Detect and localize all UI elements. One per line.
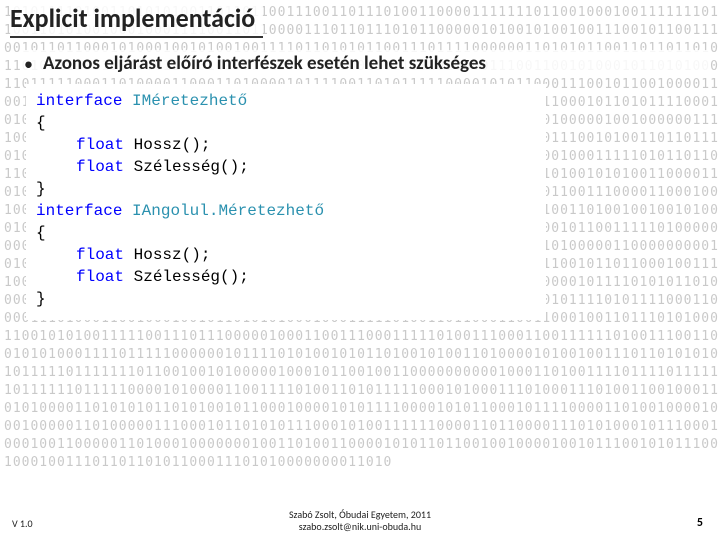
code-line: float Szélesség(); <box>36 266 536 288</box>
code-line: } <box>36 178 536 200</box>
version-label: V 1.0 <box>10 517 35 530</box>
code-line: float Hossz(); <box>36 244 536 266</box>
code-line: { <box>36 112 536 134</box>
bullet-item: • Azonos eljárást előíró interfészek ese… <box>20 50 710 78</box>
bullet-dot-icon: • <box>24 52 33 76</box>
code-line: { <box>36 222 536 244</box>
slide-footer: V 1.0 Szabó Zsolt, Óbudai Egyetem, 2011 … <box>0 506 720 536</box>
footer-credits: Szabó Zsolt, Óbudai Egyetem, 2011 szabo.… <box>285 508 435 534</box>
bullet-text: Azonos eljárást előíró interfészek eseté… <box>43 52 486 75</box>
code-block: interface IMéretezhető { float Hossz(); … <box>26 84 546 320</box>
code-line: interface IMéretezhető <box>36 90 536 112</box>
page-number: 5 <box>694 516 706 530</box>
slide-content: Explicit implementáció • Azonos eljárást… <box>0 0 720 540</box>
slide-title: Explicit implementáció <box>10 2 263 38</box>
footer-email: szabo.zsolt@nik.uni-obuda.hu <box>289 521 431 533</box>
code-line: } <box>36 288 536 310</box>
code-line: interface IAngolul.Méretezhető <box>36 200 536 222</box>
code-line: float Szélesség(); <box>36 156 536 178</box>
code-line: float Hossz(); <box>36 134 536 156</box>
